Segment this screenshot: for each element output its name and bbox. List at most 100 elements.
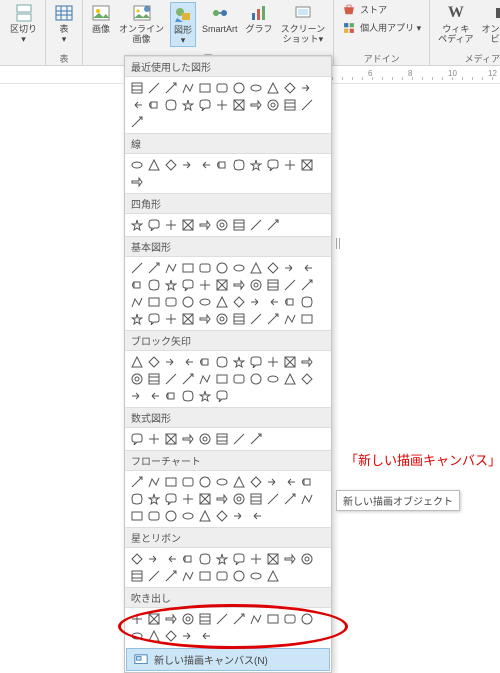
shape-cell[interactable] bbox=[265, 491, 280, 506]
shape-cell[interactable] bbox=[197, 354, 212, 369]
shape-cell[interactable] bbox=[248, 294, 263, 309]
shape-cell[interactable] bbox=[197, 611, 212, 626]
shape-cell[interactable] bbox=[299, 611, 314, 626]
shape-cell[interactable] bbox=[197, 217, 212, 232]
shape-cell[interactable] bbox=[180, 294, 195, 309]
chart-button[interactable]: グラフ bbox=[244, 2, 275, 35]
screenshot-button[interactable]: スクリーン ショット▾ bbox=[279, 2, 328, 45]
new-drawing-canvas-item[interactable]: 新しい描画キャンバス(N) bbox=[126, 648, 330, 671]
shape-cell[interactable] bbox=[163, 491, 178, 506]
shape-cell[interactable] bbox=[231, 431, 246, 446]
shape-cell[interactable] bbox=[163, 431, 178, 446]
shape-cell[interactable] bbox=[231, 217, 246, 232]
shape-cell[interactable] bbox=[282, 294, 297, 309]
shape-cell[interactable] bbox=[265, 354, 280, 369]
shape-cell[interactable] bbox=[231, 311, 246, 326]
shape-cell[interactable] bbox=[231, 260, 246, 275]
shape-cell[interactable] bbox=[231, 354, 246, 369]
online-picture-button[interactable]: オンライン 画像 bbox=[117, 2, 166, 45]
shape-cell[interactable] bbox=[265, 260, 280, 275]
myapps-button[interactable]: 個人用アプリ ▾ bbox=[340, 20, 423, 36]
shape-cell[interactable] bbox=[129, 277, 144, 292]
shape-cell[interactable] bbox=[163, 388, 178, 403]
shape-cell[interactable] bbox=[180, 568, 195, 583]
shape-cell[interactable] bbox=[299, 260, 314, 275]
shape-cell[interactable] bbox=[214, 354, 229, 369]
shape-cell[interactable] bbox=[163, 508, 178, 523]
breaks-button[interactable]: 区切り ▾ bbox=[8, 2, 39, 45]
shape-cell[interactable] bbox=[214, 431, 229, 446]
shape-cell[interactable] bbox=[265, 311, 280, 326]
shape-cell[interactable] bbox=[180, 277, 195, 292]
shape-cell[interactable] bbox=[231, 277, 246, 292]
shape-cell[interactable] bbox=[299, 371, 314, 386]
shape-cell[interactable] bbox=[214, 217, 229, 232]
shape-cell[interactable] bbox=[299, 354, 314, 369]
shape-cell[interactable] bbox=[265, 474, 280, 489]
shape-cell[interactable] bbox=[265, 97, 280, 112]
shape-cell[interactable] bbox=[248, 97, 263, 112]
shape-cell[interactable] bbox=[282, 277, 297, 292]
shape-cell[interactable] bbox=[146, 97, 161, 112]
shape-cell[interactable] bbox=[214, 97, 229, 112]
shape-cell[interactable] bbox=[146, 431, 161, 446]
shape-cell[interactable] bbox=[146, 311, 161, 326]
shape-cell[interactable] bbox=[129, 217, 144, 232]
shape-cell[interactable] bbox=[129, 568, 144, 583]
shape-cell[interactable] bbox=[197, 568, 212, 583]
shape-cell[interactable] bbox=[231, 611, 246, 626]
shape-cell[interactable] bbox=[129, 260, 144, 275]
shape-cell[interactable] bbox=[231, 508, 246, 523]
shape-cell[interactable] bbox=[129, 371, 144, 386]
shape-cell[interactable] bbox=[231, 551, 246, 566]
shape-cell[interactable] bbox=[299, 491, 314, 506]
shape-cell[interactable] bbox=[163, 260, 178, 275]
shape-cell[interactable] bbox=[197, 628, 212, 643]
shape-cell[interactable] bbox=[197, 508, 212, 523]
shape-cell[interactable] bbox=[180, 97, 195, 112]
shape-cell[interactable] bbox=[265, 568, 280, 583]
shape-cell[interactable] bbox=[299, 80, 314, 95]
shape-cell[interactable] bbox=[163, 474, 178, 489]
shape-cell[interactable] bbox=[163, 294, 178, 309]
shape-cell[interactable] bbox=[299, 277, 314, 292]
shape-cell[interactable] bbox=[146, 508, 161, 523]
shape-cell[interactable] bbox=[282, 474, 297, 489]
shape-cell[interactable] bbox=[231, 371, 246, 386]
shape-cell[interactable] bbox=[248, 277, 263, 292]
shape-cell[interactable] bbox=[299, 97, 314, 112]
shape-cell[interactable] bbox=[197, 388, 212, 403]
shape-cell[interactable] bbox=[180, 260, 195, 275]
table-button[interactable]: 表 ▾ bbox=[52, 2, 76, 45]
shape-cell[interactable] bbox=[282, 80, 297, 95]
shape-cell[interactable] bbox=[146, 277, 161, 292]
shape-cell[interactable] bbox=[129, 388, 144, 403]
shape-cell[interactable] bbox=[163, 277, 178, 292]
shape-cell[interactable] bbox=[197, 431, 212, 446]
shape-cell[interactable] bbox=[265, 371, 280, 386]
shape-cell[interactable] bbox=[214, 491, 229, 506]
shape-cell[interactable] bbox=[163, 568, 178, 583]
shape-cell[interactable] bbox=[248, 474, 263, 489]
shape-cell[interactable] bbox=[265, 277, 280, 292]
store-button[interactable]: ストア bbox=[340, 2, 389, 18]
shape-cell[interactable] bbox=[214, 388, 229, 403]
shape-cell[interactable] bbox=[248, 568, 263, 583]
shape-cell[interactable] bbox=[163, 217, 178, 232]
shape-cell[interactable] bbox=[129, 80, 144, 95]
shape-cell[interactable] bbox=[146, 294, 161, 309]
shape-cell[interactable] bbox=[180, 491, 195, 506]
shape-cell[interactable] bbox=[299, 311, 314, 326]
shape-cell[interactable] bbox=[214, 551, 229, 566]
shape-cell[interactable] bbox=[163, 628, 178, 643]
picture-button[interactable]: 画像 bbox=[89, 2, 113, 35]
shape-cell[interactable] bbox=[163, 311, 178, 326]
shape-cell[interactable] bbox=[180, 311, 195, 326]
shape-cell[interactable] bbox=[282, 260, 297, 275]
shape-cell[interactable] bbox=[248, 371, 263, 386]
shape-cell[interactable] bbox=[180, 354, 195, 369]
shape-cell[interactable] bbox=[146, 157, 161, 172]
shape-cell[interactable] bbox=[248, 491, 263, 506]
shape-cell[interactable] bbox=[282, 491, 297, 506]
shape-cell[interactable] bbox=[129, 474, 144, 489]
